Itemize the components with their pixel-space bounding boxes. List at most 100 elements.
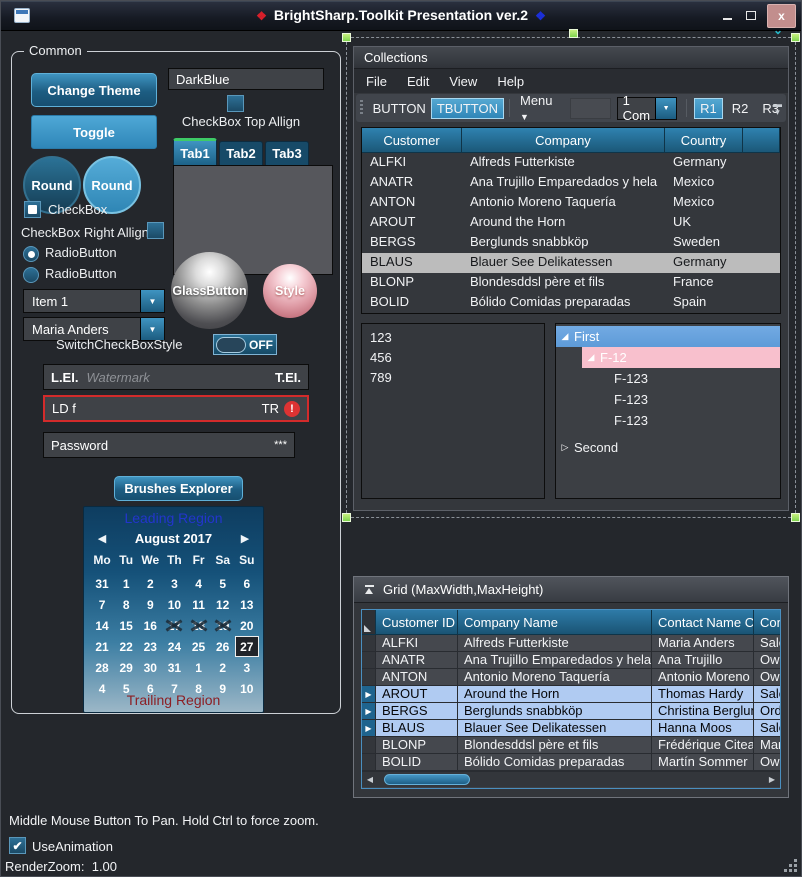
- list-item[interactable]: 456: [362, 347, 544, 367]
- calendar-day[interactable]: 9: [138, 594, 162, 615]
- calendar-day[interactable]: 12: [211, 594, 235, 615]
- datagrid-row[interactable]: ALFKIAlfreds FutterkisteMaria AndersSale…: [362, 635, 780, 652]
- datagrid-row[interactable]: ANATRAna Trujillo Emparedados y heladosA…: [362, 652, 780, 669]
- checkbox-right-align[interactable]: [147, 222, 164, 239]
- menu-view[interactable]: View: [439, 74, 487, 89]
- switch-checkbox[interactable]: OFF: [213, 334, 277, 355]
- glass-button[interactable]: GlassButton: [171, 252, 248, 329]
- listview-row[interactable]: ANTONAntonio Moreno TaqueríaMexico: [362, 193, 780, 213]
- calendar-day[interactable]: 18: [187, 615, 211, 636]
- row-header[interactable]: ▶: [362, 703, 376, 719]
- toolbar-textbox[interactable]: [570, 98, 610, 119]
- radio-button-unselected[interactable]: [23, 267, 39, 283]
- tree-item[interactable]: F-123: [556, 368, 780, 389]
- calendar-day[interactable]: 8: [114, 594, 138, 615]
- calendar-day[interactable]: 22: [114, 636, 138, 657]
- menu-file[interactable]: File: [356, 74, 397, 89]
- listview-row[interactable]: BLAUSBlauer See DelikatessenGermany: [362, 253, 780, 273]
- calendar-day[interactable]: 17: [162, 615, 186, 636]
- toolbar-overflow-icon[interactable]: ▬▾: [773, 100, 782, 116]
- password-field[interactable]: Password ***: [43, 432, 295, 458]
- calendar-day[interactable]: 4: [187, 573, 211, 594]
- toolbar-menu-button[interactable]: Menu ▼: [515, 91, 564, 125]
- datagrid-row[interactable]: ▶AROUTAround the HornThomas HardySales: [362, 686, 780, 703]
- calendar-day[interactable]: 11: [187, 594, 211, 615]
- item-combobox[interactable]: Item 1 ▼: [23, 289, 165, 313]
- switch-thumb[interactable]: [216, 337, 246, 353]
- list-item[interactable]: 123: [362, 327, 544, 347]
- listview-row[interactable]: BLONPBlondesddsl père et filsFrance: [362, 273, 780, 293]
- listview-row[interactable]: BOLIDBólido Comidas preparadasSpain: [362, 293, 780, 313]
- calendar-day[interactable]: 30: [138, 657, 162, 678]
- calendar-day[interactable]: 28: [90, 657, 114, 678]
- menu-help[interactable]: Help: [487, 74, 534, 89]
- checkbox-checked[interactable]: [24, 201, 41, 218]
- chevron-down-icon[interactable]: ▼: [140, 290, 164, 312]
- tree-expanded-icon[interactable]: ◢: [556, 331, 574, 342]
- tree-item-second[interactable]: ▷Second: [556, 437, 780, 458]
- row-header[interactable]: [362, 754, 376, 770]
- calendar-day[interactable]: 10: [162, 594, 186, 615]
- row-header[interactable]: ▶: [362, 720, 376, 736]
- calendar-day[interactable]: 14: [90, 615, 114, 636]
- calendar-day[interactable]: 23: [138, 636, 162, 657]
- toolbar-radio-r1[interactable]: R1: [694, 98, 723, 119]
- calendar-day[interactable]: 24: [162, 636, 186, 657]
- menu-edit[interactable]: Edit: [397, 74, 439, 89]
- scroll-left-icon[interactable]: ◀: [362, 775, 378, 784]
- calendar-day[interactable]: 20: [235, 615, 259, 636]
- listview-row[interactable]: BERGSBerglunds snabbköpSweden: [362, 233, 780, 253]
- watermark-textbox[interactable]: L.EI. Watermark T.EI.: [43, 364, 309, 390]
- change-theme-button[interactable]: Change Theme: [31, 73, 157, 107]
- calendar-day[interactable]: 3: [162, 573, 186, 594]
- datagrid-row[interactable]: ANTONAntonio Moreno TaqueríaAntonio More…: [362, 669, 780, 686]
- calendar-day[interactable]: 2: [211, 657, 235, 678]
- resize-handle-icon[interactable]: [342, 33, 351, 42]
- error-textbox[interactable]: LD f TR !: [43, 395, 309, 422]
- tree-item-f12-selected[interactable]: ◢F-12: [582, 347, 780, 368]
- toolbar-button[interactable]: BUTTON: [368, 99, 431, 118]
- toolbar-grip-icon[interactable]: [360, 100, 363, 116]
- minimize-button[interactable]: [719, 6, 735, 24]
- tab-tab2[interactable]: Tab2: [219, 141, 263, 165]
- column-header-customer-id[interactable]: Customer ID: [376, 610, 458, 635]
- calendar-day[interactable]: 25: [187, 636, 211, 657]
- darkblue-textbox[interactable]: DarkBlue: [168, 68, 324, 90]
- row-header[interactable]: [362, 669, 376, 685]
- calendar-day[interactable]: 6: [235, 573, 259, 594]
- resize-handle-icon[interactable]: [791, 33, 800, 42]
- column-header-contact-name[interactable]: Contact Name CN: [652, 610, 754, 635]
- collections-title-bar[interactable]: Collections: [354, 47, 788, 69]
- resize-handle-icon[interactable]: [342, 513, 351, 522]
- calendar-day[interactable]: 2: [138, 573, 162, 594]
- calendar-day[interactable]: 21: [90, 636, 114, 657]
- calendar-prev-button[interactable]: ◀: [84, 532, 120, 545]
- tree-item[interactable]: F-123: [556, 389, 780, 410]
- column-header-contact-title[interactable]: Cont: [754, 610, 780, 635]
- column-header-company[interactable]: Company: [462, 128, 665, 153]
- calendar-month-label[interactable]: August 2017: [120, 531, 227, 546]
- calendar-next-button[interactable]: ▶: [227, 532, 263, 545]
- calendar-day[interactable]: 1: [187, 657, 211, 678]
- checkbox-top-align[interactable]: [227, 95, 244, 112]
- style-button[interactable]: Style: [263, 264, 317, 318]
- move-handle-icon[interactable]: [569, 29, 578, 38]
- grid-title-bar[interactable]: Grid (MaxWidth,MaxHeight): [354, 577, 788, 603]
- scrollbar-thumb[interactable]: [384, 774, 470, 785]
- use-animation-checkbox[interactable]: ✔: [9, 837, 26, 854]
- calendar-day[interactable]: 19: [211, 615, 235, 636]
- toolbar-toggle-button[interactable]: TBUTTON: [431, 98, 504, 119]
- row-header[interactable]: [362, 737, 376, 753]
- calendar-day[interactable]: 13: [235, 594, 259, 615]
- chevron-down-icon[interactable]: ▼: [655, 98, 676, 119]
- calendar-day[interactable]: 26: [211, 636, 235, 657]
- row-header[interactable]: ▶: [362, 686, 376, 702]
- resize-handle-icon[interactable]: [791, 513, 800, 522]
- tab-tab3[interactable]: Tab3: [265, 141, 309, 165]
- toolbar-radio-r2[interactable]: R2: [727, 99, 754, 118]
- collapse-icon[interactable]: [364, 584, 375, 596]
- toggle-button[interactable]: Toggle: [31, 115, 157, 149]
- select-all-corner[interactable]: [362, 610, 376, 635]
- list-item[interactable]: 789: [362, 367, 544, 387]
- tree-expanded-icon[interactable]: ◢: [582, 352, 600, 363]
